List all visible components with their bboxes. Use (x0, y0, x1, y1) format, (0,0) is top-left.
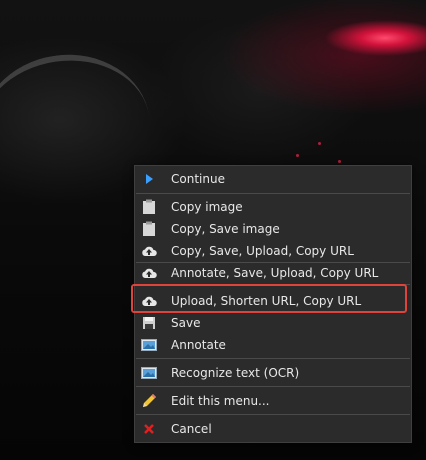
cloud-upload-icon (141, 265, 157, 281)
background-light-dot (338, 160, 341, 163)
menu-item-label: Copy, Save image (171, 222, 280, 236)
clipboard-icon (141, 199, 157, 215)
menu-separator (136, 386, 410, 387)
floppy-disk-icon (141, 315, 157, 331)
clipboard-icon (141, 221, 157, 237)
image-ocr-icon (141, 365, 157, 381)
image-annotate-icon (141, 337, 157, 353)
menu-item-copy-save-image[interactable]: Copy, Save image (136, 218, 410, 240)
menu-item-label: Annotate, Save, Upload, Copy URL (171, 266, 379, 280)
background-light-dot (318, 142, 321, 145)
menu-separator (136, 414, 410, 415)
menu-item-continue[interactable]: Continue (136, 168, 410, 190)
menu-item-label: Save (171, 316, 201, 330)
menu-item-label: Continue (171, 172, 225, 186)
menu-item-edit-menu[interactable]: Edit this menu... (136, 390, 410, 412)
menu-item-annotate[interactable]: Annotate (136, 334, 410, 356)
menu-item-save[interactable]: Save (136, 312, 410, 334)
menu-item-label: Cancel (171, 422, 212, 436)
menu-separator (136, 358, 410, 359)
red-x-icon (141, 421, 157, 437)
background-light-dot (296, 154, 299, 157)
menu-item-annotate-save-upload[interactable]: Annotate, Save, Upload, Copy URL (136, 262, 410, 284)
menu-item-copy-save-upload[interactable]: Copy, Save, Upload, Copy URL (136, 240, 410, 262)
cloud-upload-icon (141, 243, 157, 259)
play-arrow-icon (141, 171, 157, 187)
menu-item-copy-image[interactable]: Copy image (136, 196, 410, 218)
menu-item-label: Copy image (171, 200, 243, 214)
menu-item-label: Annotate (171, 338, 226, 352)
menu-item-label: Copy, Save, Upload, Copy URL (171, 244, 354, 258)
menu-item-label: Recognize text (OCR) (171, 366, 300, 380)
menu-item-label: Edit this menu... (171, 394, 270, 408)
menu-item-cancel[interactable]: Cancel (136, 418, 410, 440)
highlight-frame (131, 284, 407, 313)
menu-item-ocr[interactable]: Recognize text (OCR) (136, 362, 410, 384)
menu-separator (136, 193, 410, 194)
pencil-icon (141, 393, 157, 409)
